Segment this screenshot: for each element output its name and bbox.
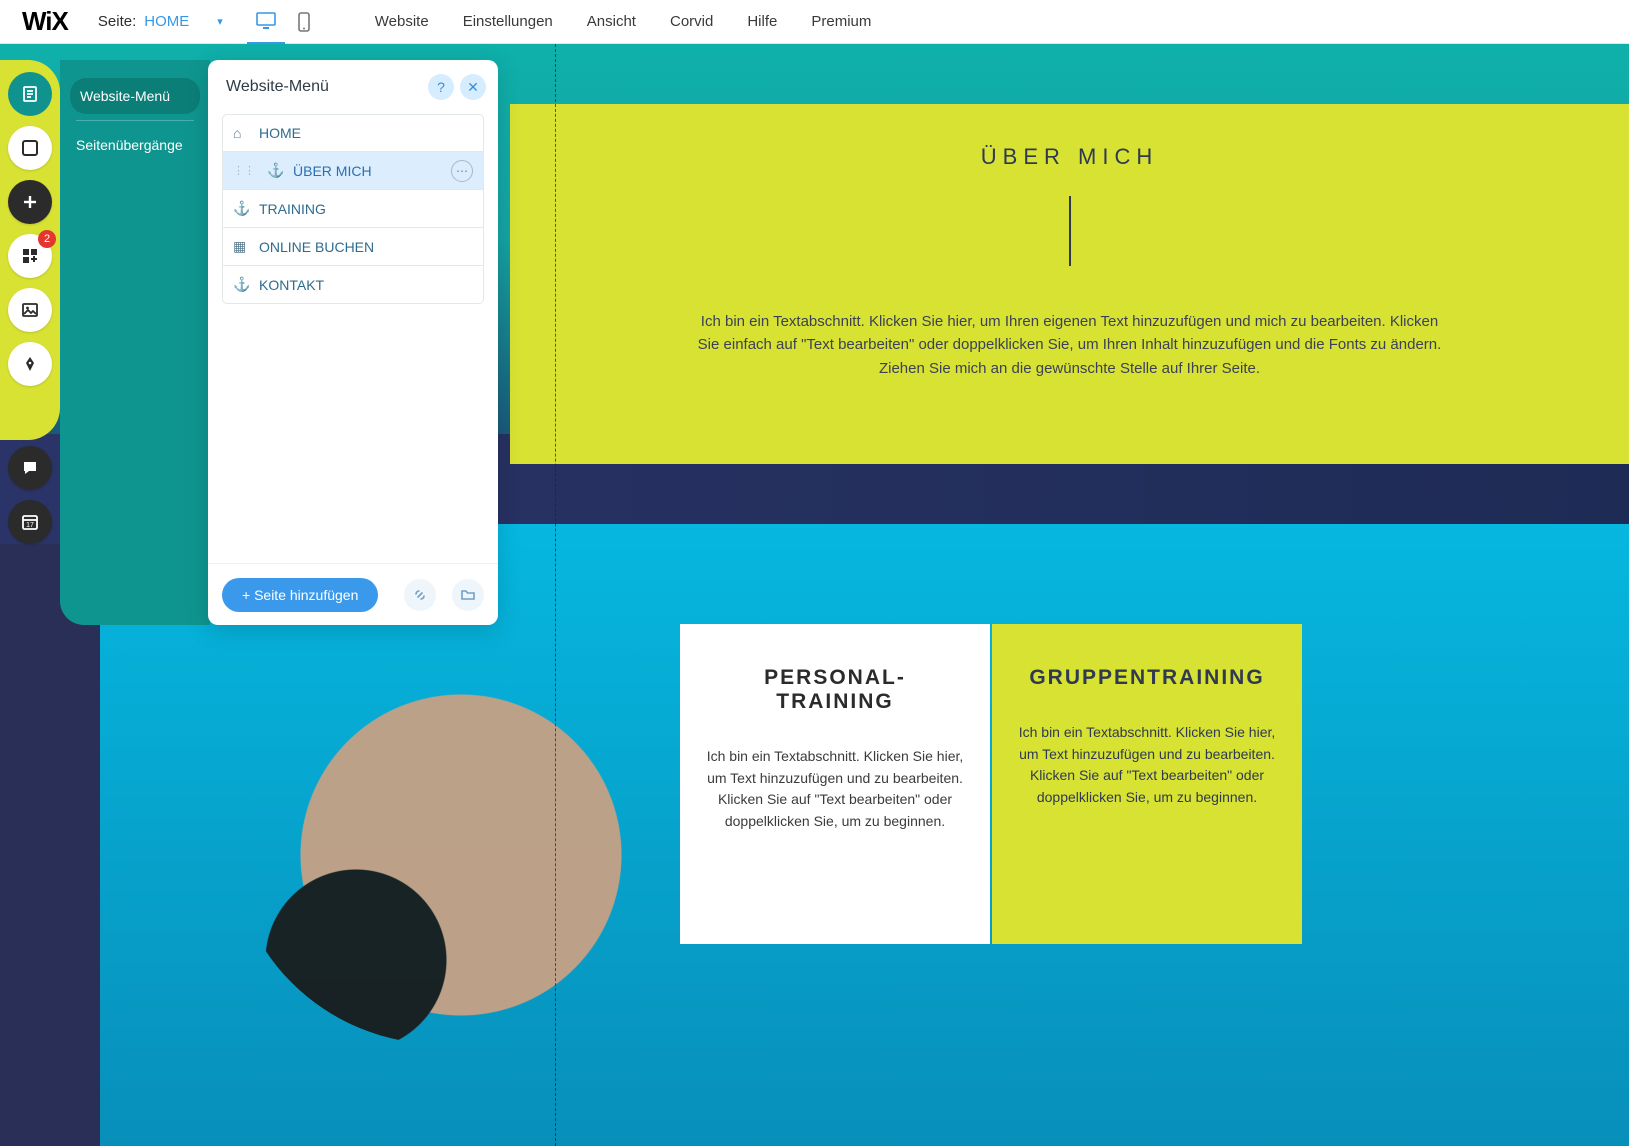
calendar-icon: 17	[21, 513, 39, 531]
current-page-name: HOME	[144, 13, 189, 30]
bookings-tool-button[interactable]: 17	[8, 500, 52, 544]
about-divider	[1069, 196, 1071, 266]
help-icon: ?	[437, 79, 445, 95]
nav-website[interactable]: Website	[375, 13, 429, 30]
popup-title: Website-Menü	[226, 78, 422, 96]
image-icon	[21, 301, 39, 319]
nav-hilfe[interactable]: Hilfe	[747, 13, 777, 30]
page-row-label: TRAINING	[259, 201, 326, 217]
page-row-label: KONTAKT	[259, 277, 324, 293]
dynamic-pages-button[interactable]	[404, 579, 436, 611]
about-title[interactable]: ÜBER MICH	[600, 144, 1539, 170]
apps-badge: 2	[38, 230, 56, 248]
wix-logo: WiX	[8, 6, 82, 37]
side-item-website-menu[interactable]: Website-Menü	[70, 78, 200, 114]
anchor-icon: ⚓	[233, 276, 249, 293]
add-page-button[interactable]: + Seite hinzufügen	[222, 578, 378, 612]
about-text[interactable]: Ich bin ein Textabschnitt. Klicken Sie h…	[690, 310, 1450, 380]
anchor-icon: ⚓	[233, 200, 249, 217]
folder-button[interactable]	[452, 579, 484, 611]
page-row-ueber-mich[interactable]: ⋮⋮ ⚓ ÜBER MICH ⋯	[222, 152, 484, 190]
page-guide-line	[555, 44, 556, 1146]
background-icon	[21, 139, 39, 157]
apps-icon	[21, 247, 39, 265]
side-separator	[76, 120, 194, 121]
ascend-tool-button[interactable]	[8, 446, 52, 490]
card-pt-title[interactable]: PERSONAL-TRAINING	[706, 666, 964, 714]
close-icon: ✕	[467, 79, 479, 96]
nav-premium[interactable]: Premium	[811, 13, 871, 30]
card-personal-training[interactable]: PERSONAL-TRAINING Ich bin ein Textabschn…	[680, 624, 990, 944]
anchor-icon: ⚓	[267, 162, 283, 179]
device-toggle	[247, 0, 323, 44]
folder-icon	[460, 587, 476, 603]
nav-einstellungen[interactable]: Einstellungen	[463, 13, 553, 30]
page-list: ⌂ HOME ⋮⋮ ⚓ ÜBER MICH ⋯ ⚓ TRAINING ▦ ONL…	[208, 110, 498, 563]
card-gt-title[interactable]: GRUPPENTRAINING	[1018, 666, 1276, 690]
pen-icon	[21, 355, 39, 373]
hero-image-placeholder[interactable]	[230, 624, 650, 1044]
svg-text:17: 17	[26, 522, 34, 529]
card-gruppentraining[interactable]: GRUPPENTRAINING Ich bin ein Textabschnit…	[992, 624, 1302, 944]
pages-icon	[21, 85, 39, 103]
mobile-view-button[interactable]	[285, 0, 323, 44]
left-tool-strip: 2 17	[0, 60, 60, 554]
website-menu-popup: Website-Menü ? ✕ ⌂ HOME ⋮⋮ ⚓ ÜBER MICH ⋯…	[208, 60, 498, 625]
popup-header: Website-Menü ? ✕	[208, 60, 498, 110]
nav-corvid[interactable]: Corvid	[670, 13, 713, 30]
page-label-static: Seite:	[98, 13, 136, 30]
page-row-more-button[interactable]: ⋯	[451, 160, 473, 182]
nav-ansicht[interactable]: Ansicht	[587, 13, 636, 30]
about-section[interactable]: ÜBER MICH Ich bin ein Textabschnitt. Kli…	[510, 104, 1629, 464]
card-gt-text[interactable]: Ich bin ein Textabschnitt. Klicken Sie h…	[1018, 722, 1276, 809]
popup-footer: + Seite hinzufügen	[208, 563, 498, 625]
media-tool-button[interactable]	[8, 288, 52, 332]
calendar-icon: ▦	[233, 238, 249, 255]
page-row-kontakt[interactable]: ⚓ KONTAKT	[222, 266, 484, 304]
top-bar: WiX Seite: HOME ▾ Website Einstellungen …	[0, 0, 1629, 44]
page-row-training[interactable]: ⚓ TRAINING	[222, 190, 484, 228]
main-nav: Website Einstellungen Ansicht Corvid Hil…	[375, 13, 872, 30]
drag-handle-icon[interactable]: ⋮⋮	[233, 164, 255, 177]
popup-close-button[interactable]: ✕	[460, 74, 486, 100]
home-icon: ⌂	[233, 125, 249, 141]
pages-tool-button[interactable]	[8, 72, 52, 116]
chevron-down-icon[interactable]: ▾	[217, 15, 223, 28]
blog-tool-button[interactable]	[8, 342, 52, 386]
add-element-button[interactable]	[8, 180, 52, 224]
page-selector[interactable]: Seite: HOME	[98, 13, 189, 30]
card-pt-text[interactable]: Ich bin ein Textabschnitt. Klicken Sie h…	[706, 746, 964, 833]
apps-tool-button[interactable]: 2	[8, 234, 52, 278]
page-row-home[interactable]: ⌂ HOME	[222, 114, 484, 152]
page-row-label: ÜBER MICH	[293, 163, 372, 179]
link-icon	[412, 587, 428, 603]
pages-side-panel: Website-Menü Seitenübergänge	[60, 60, 210, 625]
plus-icon	[21, 193, 39, 211]
chat-icon	[21, 459, 39, 477]
desktop-view-button[interactable]	[247, 0, 285, 44]
page-row-label: ONLINE BUCHEN	[259, 239, 374, 255]
background-tool-button[interactable]	[8, 126, 52, 170]
side-item-transitions[interactable]: Seitenübergänge	[60, 127, 210, 163]
page-row-online-buchen[interactable]: ▦ ONLINE BUCHEN	[222, 228, 484, 266]
popup-help-button[interactable]: ?	[428, 74, 454, 100]
page-row-label: HOME	[259, 125, 301, 141]
